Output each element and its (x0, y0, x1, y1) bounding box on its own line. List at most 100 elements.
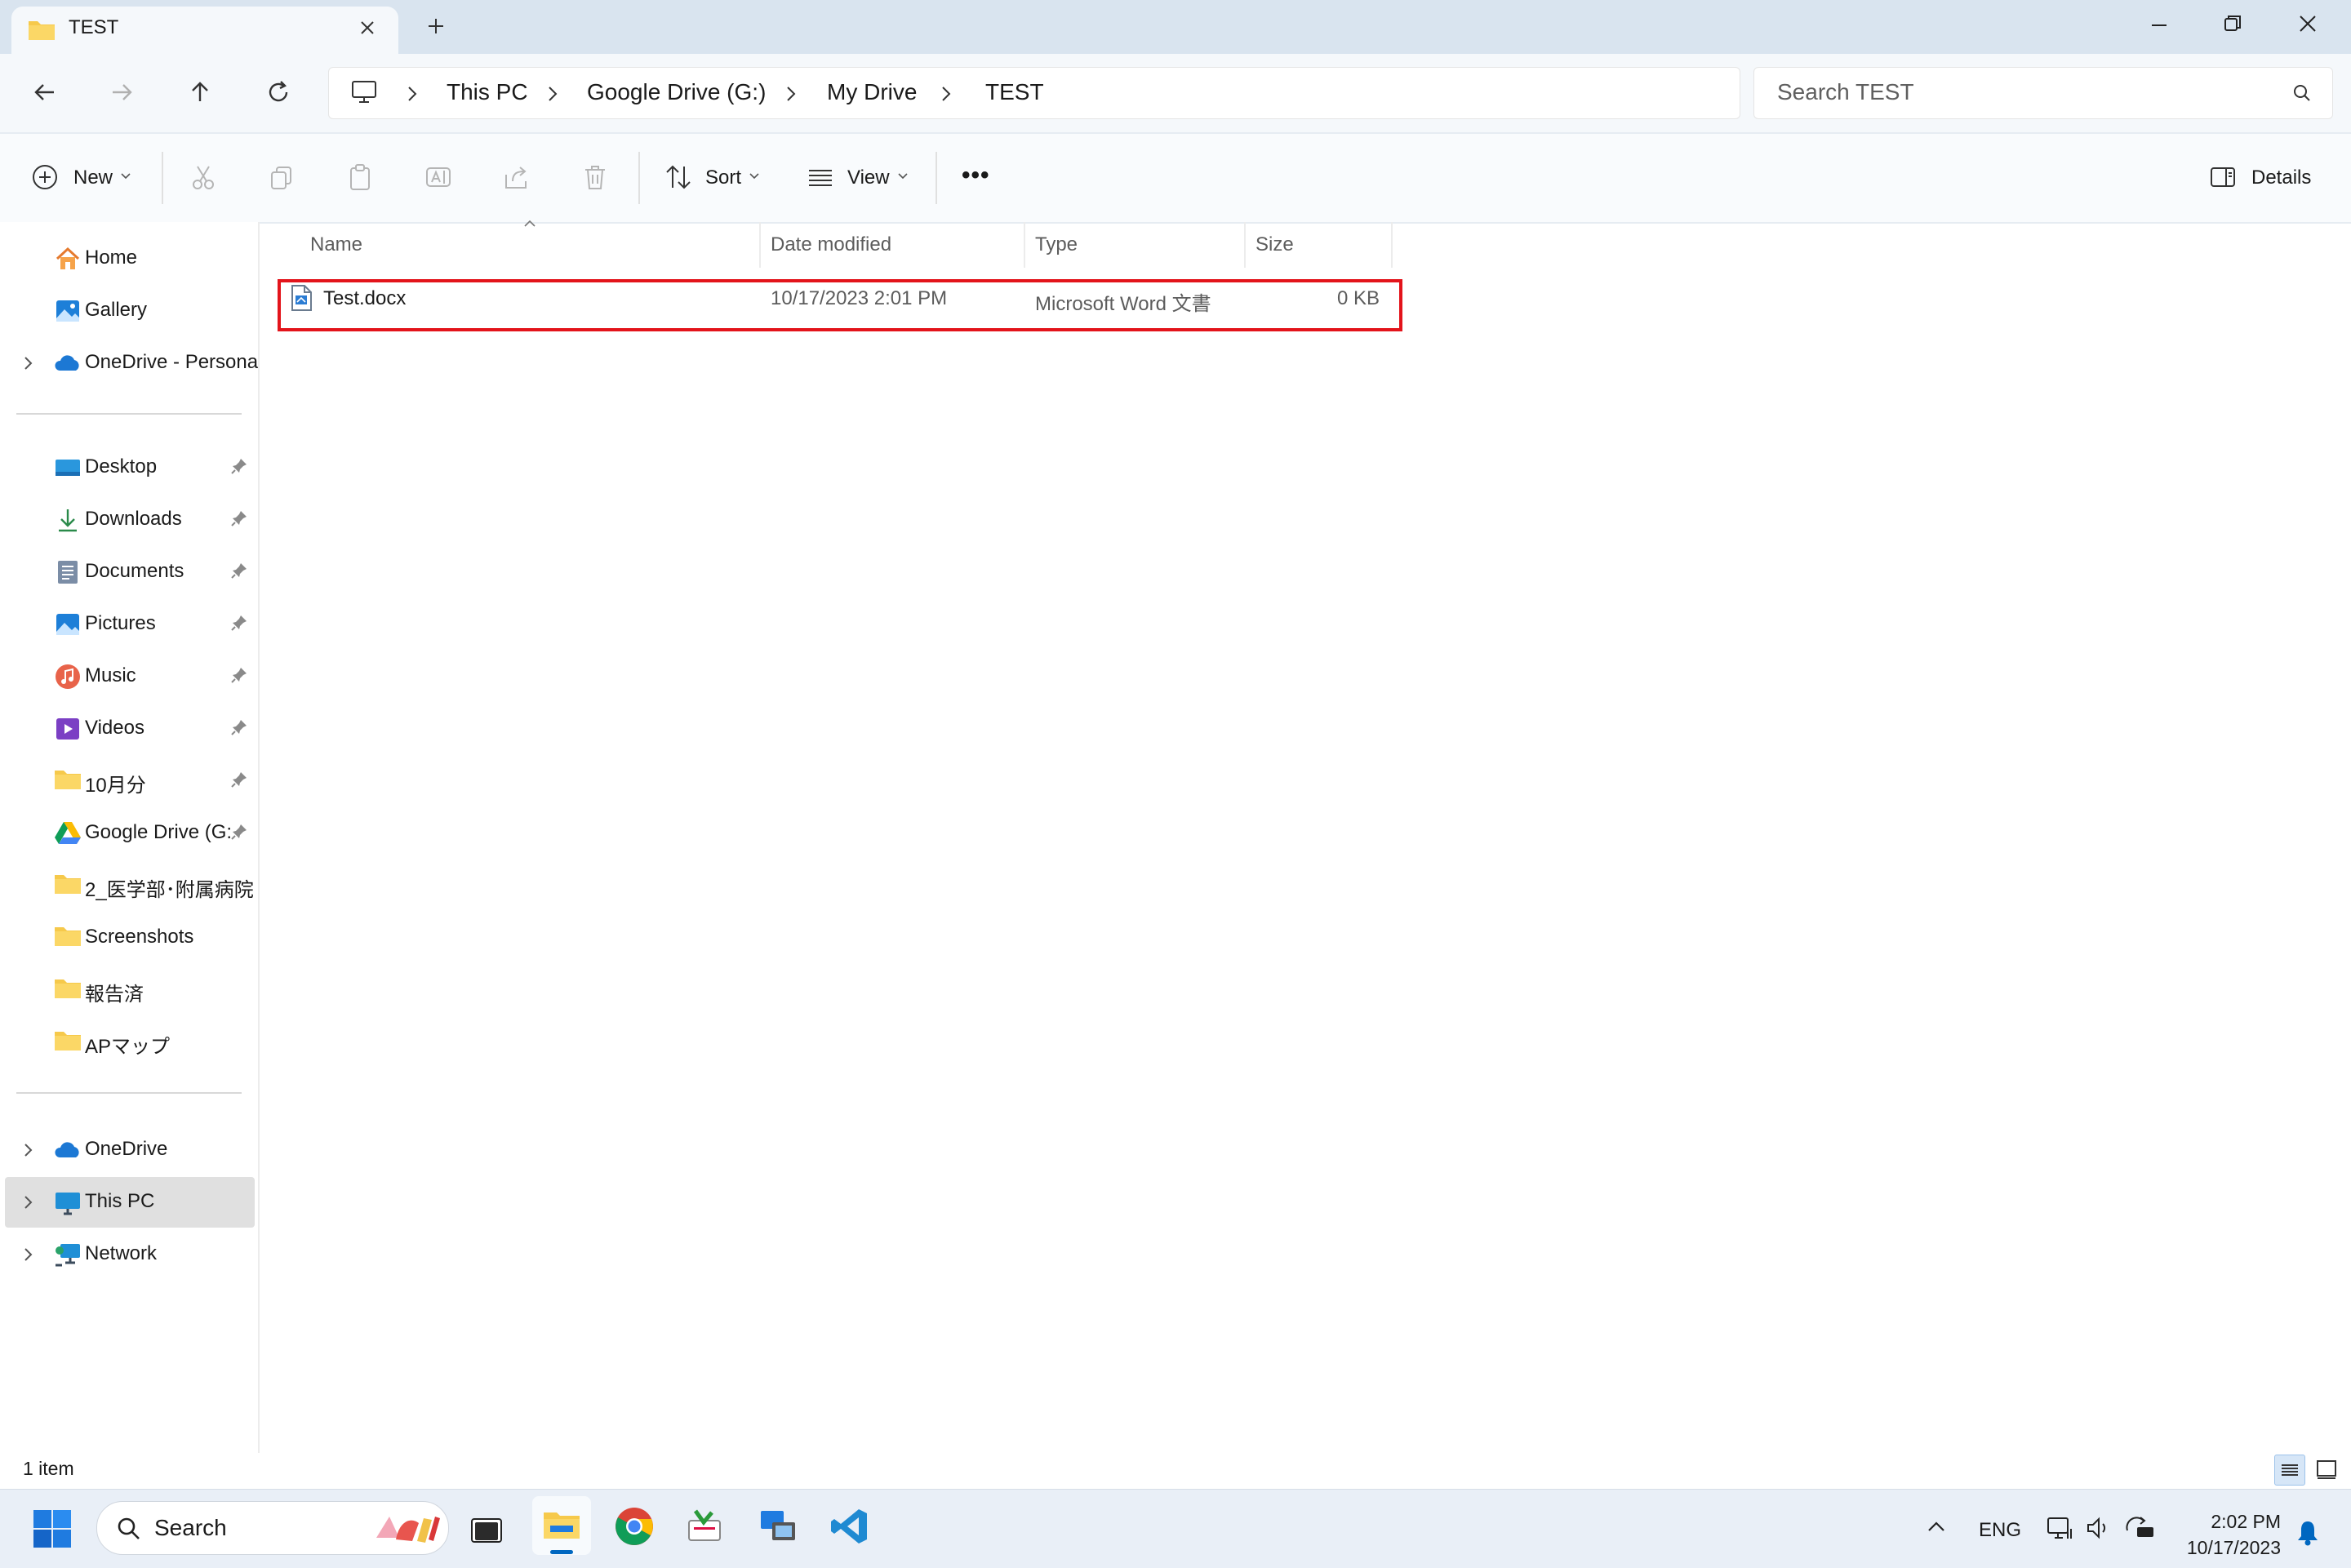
sort-button[interactable]: Sort (705, 167, 741, 189)
details-pane-icon[interactable] (2209, 163, 2237, 191)
chevron-up-icon[interactable] (1925, 1517, 1948, 1537)
details-view-toggle[interactable] (2274, 1455, 2305, 1486)
column-header-type[interactable]: Type (1035, 233, 1078, 256)
sidebar-item-igakubu[interactable]: 2_医学部･附属病院 (0, 860, 258, 911)
chevron-down-icon[interactable] (119, 170, 132, 183)
sidebar-item-home[interactable]: Home (0, 233, 258, 284)
file-explorer-taskbar-button[interactable] (532, 1496, 591, 1555)
sort-icon[interactable] (664, 163, 692, 191)
breadcrumb-test[interactable]: TEST (985, 79, 1044, 105)
sidebar-item-gallery[interactable]: Gallery (0, 286, 258, 336)
battery-sync-icon[interactable] (2124, 1514, 2157, 1542)
new-tab-button[interactable] (426, 16, 446, 36)
pin-icon[interactable] (230, 718, 248, 736)
sidebar-item-onedrive[interactable]: OneDrive (0, 1125, 258, 1175)
address-bar[interactable]: This PC Google Drive (G:) My Drive TEST (328, 67, 1740, 119)
column-divider[interactable] (1391, 222, 1393, 268)
remote-desktop-icon[interactable] (758, 1506, 798, 1547)
column-divider[interactable] (759, 222, 761, 268)
sidebar-item-houkokuzumi[interactable]: 報告済 (0, 965, 258, 1015)
more-options-button[interactable]: ••• (962, 162, 990, 189)
delete-icon[interactable] (581, 163, 609, 191)
vscode-icon[interactable] (829, 1506, 870, 1547)
pin-icon[interactable] (230, 562, 248, 580)
paste-icon[interactable] (346, 163, 374, 191)
clock-date[interactable]: 10/17/2023 (2167, 1537, 2281, 1559)
status-item-count: 1 item (23, 1458, 74, 1479)
sidebar-item-downloads[interactable]: Downloads (0, 495, 258, 545)
chevron-down-icon[interactable] (896, 170, 909, 183)
sort-ascending-icon (522, 219, 537, 229)
column-divider[interactable] (1024, 222, 1025, 268)
column-header-size[interactable]: Size (1255, 233, 1294, 256)
up-button[interactable] (186, 78, 214, 106)
breadcrumb-this-pc[interactable]: This PC (447, 79, 528, 105)
search-box[interactable]: Search TEST (1753, 67, 2333, 119)
file-name[interactable]: Test.docx (323, 287, 406, 310)
sidebar-item-desktop[interactable]: Desktop (0, 442, 258, 493)
sidebar-item-music[interactable]: Music (0, 651, 258, 702)
sidebar-item-label: Downloads (85, 508, 182, 530)
forward-button[interactable] (108, 78, 136, 106)
breadcrumb-my-drive[interactable]: My Drive (827, 79, 917, 105)
large-icons-view-toggle[interactable] (2312, 1455, 2341, 1484)
close-icon[interactable] (358, 18, 377, 38)
share-icon[interactable] (503, 163, 531, 191)
column-header-date[interactable]: Date modified (771, 233, 891, 256)
network-status-icon[interactable] (2046, 1514, 2073, 1542)
taskbar-search[interactable]: Search (96, 1501, 449, 1555)
task-view-icon[interactable] (470, 1514, 508, 1545)
file-type: Microsoft Word 文書 (1035, 293, 1211, 315)
chevron-down-icon[interactable] (748, 170, 761, 183)
sidebar-item-onedrive-personal[interactable]: OneDrive - Persona (0, 338, 258, 389)
maximize-button[interactable] (2220, 11, 2245, 36)
pin-icon[interactable] (230, 823, 248, 841)
sidebar-item-this-pc[interactable]: This PC (5, 1177, 255, 1228)
chevron-right-icon (783, 84, 799, 104)
sidebar-item-videos[interactable]: Videos (0, 704, 258, 754)
sidebar-item-google-drive[interactable]: Google Drive (G: (0, 808, 258, 859)
sidebar-item-label: 2_医学部･附属病院 (85, 879, 254, 901)
search-icon[interactable] (2291, 82, 2313, 104)
rename-icon[interactable] (424, 163, 452, 191)
chevron-right-icon[interactable] (21, 1246, 36, 1264)
sidebar-item-screenshots[interactable]: Screenshots (0, 913, 258, 963)
sidebar-item-ap-map[interactable]: APマップ (0, 1017, 258, 1068)
app-icon-green[interactable] (684, 1506, 725, 1547)
column-header-name[interactable]: Name (310, 233, 362, 256)
chevron-right-icon[interactable] (21, 1141, 36, 1159)
pin-icon[interactable] (230, 457, 248, 475)
sidebar-item-10gatsubun[interactable]: 10月分 (0, 756, 258, 806)
pin-icon[interactable] (230, 666, 248, 684)
refresh-button[interactable] (264, 78, 292, 106)
sidebar-item-network[interactable]: Network (0, 1229, 258, 1280)
notification-bell-icon[interactable] (2295, 1519, 2320, 1547)
tab-test[interactable]: TEST (11, 7, 398, 54)
details-button[interactable]: Details (2251, 167, 2311, 189)
minimize-button[interactable] (2147, 13, 2171, 38)
pin-icon[interactable] (230, 771, 248, 788)
input-language[interactable]: ENG (1979, 1519, 2021, 1542)
clock-time[interactable]: 2:02 PM (2175, 1511, 2281, 1533)
cut-icon[interactable] (189, 163, 217, 191)
sidebar-item-documents[interactable]: Documents (0, 547, 258, 597)
plus-circle-icon[interactable] (31, 163, 59, 191)
chevron-right-icon[interactable] (21, 354, 36, 372)
pin-icon[interactable] (230, 509, 248, 527)
view-icon[interactable] (807, 163, 834, 191)
search-input[interactable]: Search TEST (1777, 79, 1914, 105)
breadcrumb-google-drive[interactable]: Google Drive (G:) (587, 79, 766, 105)
view-button[interactable]: View (847, 167, 890, 189)
sidebar-item-pictures[interactable]: Pictures (0, 599, 258, 650)
copy-icon[interactable] (268, 163, 296, 191)
volume-icon[interactable] (2085, 1514, 2113, 1542)
chrome-icon[interactable] (614, 1506, 655, 1547)
window-close-button[interactable] (2295, 11, 2320, 36)
pin-icon[interactable] (230, 614, 248, 632)
column-divider[interactable] (1244, 222, 1246, 268)
sidebar-item-label: Videos (85, 717, 144, 739)
chevron-right-icon[interactable] (21, 1193, 36, 1211)
windows-start-icon[interactable] (33, 1509, 72, 1548)
new-button[interactable]: New (73, 167, 113, 189)
back-button[interactable] (31, 78, 59, 106)
